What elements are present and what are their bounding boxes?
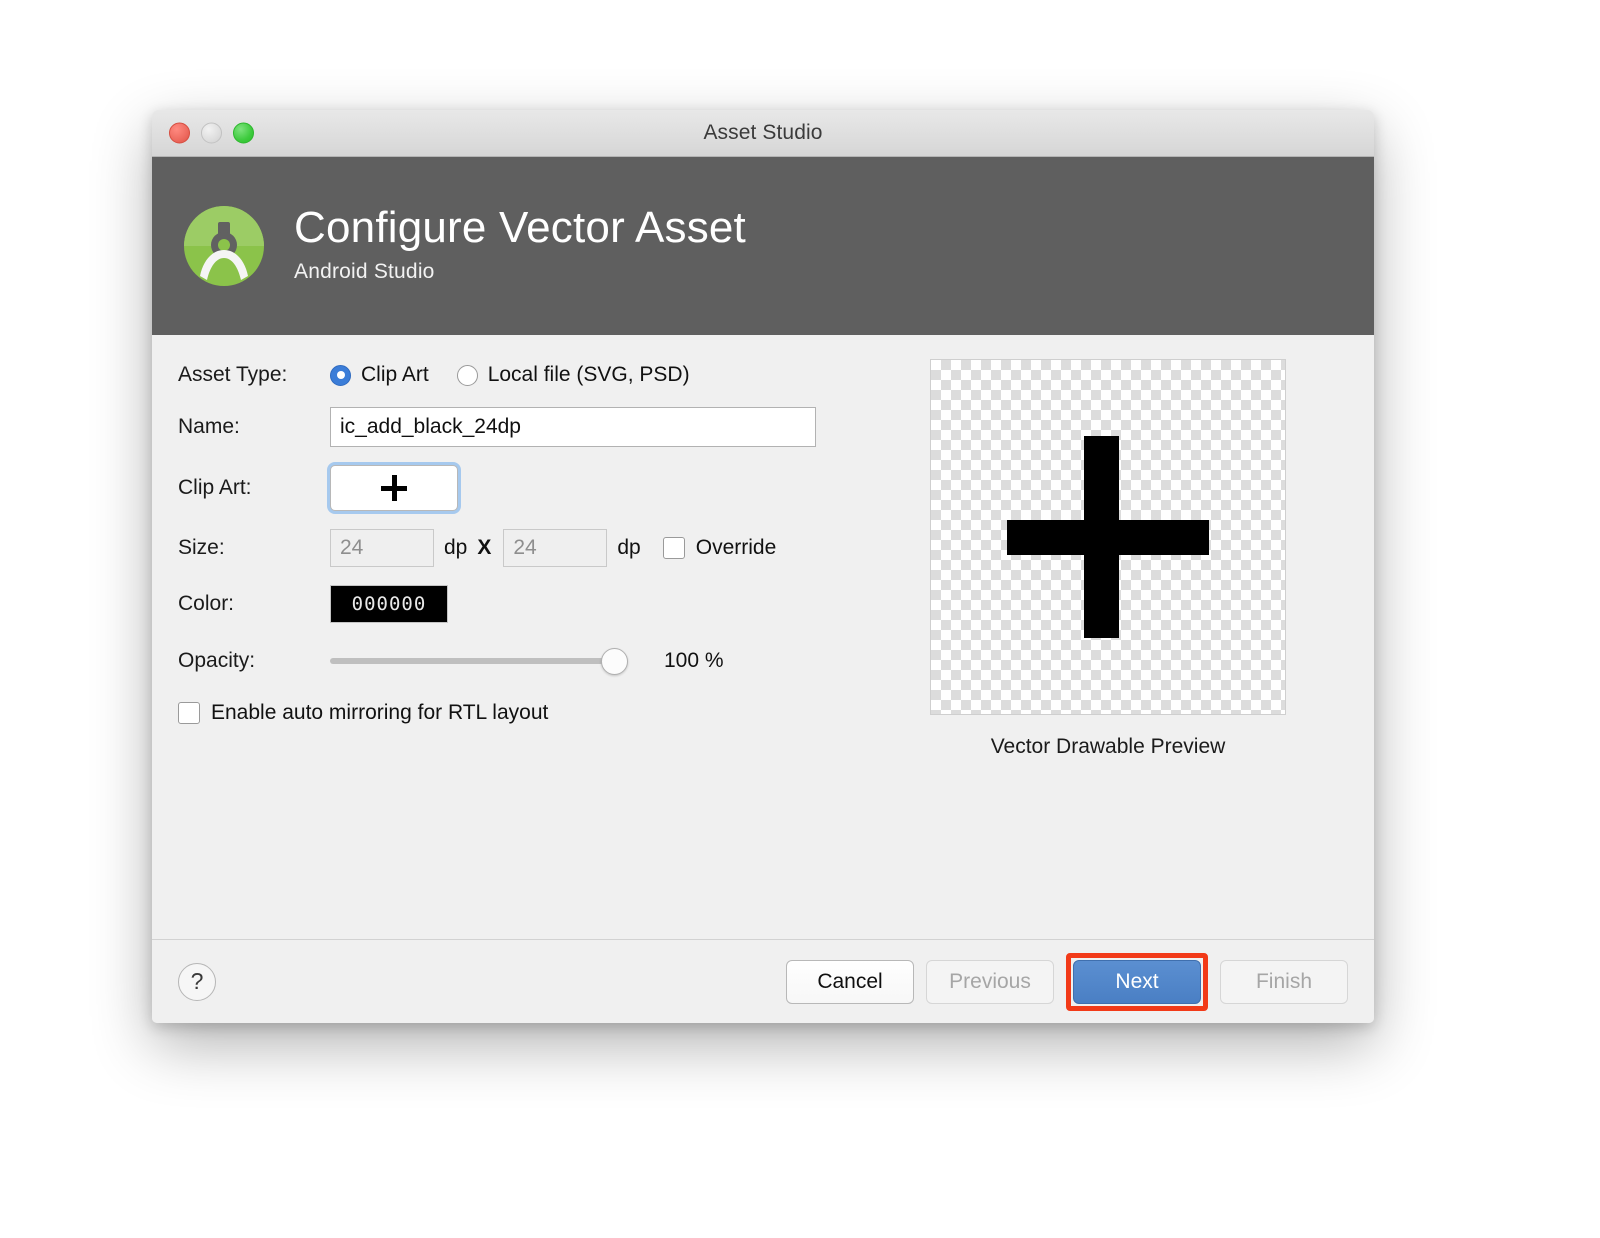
size-separator: X: [477, 536, 491, 560]
radio-local-file[interactable]: Local file (SVG, PSD): [457, 363, 690, 387]
header-text-block: Configure Vector Asset Android Studio: [294, 204, 746, 289]
opacity-label: Opacity:: [178, 649, 330, 673]
asset-type-label: Asset Type:: [178, 363, 330, 387]
name-label: Name:: [178, 415, 330, 439]
minimize-button[interactable]: [201, 123, 222, 144]
opacity-slider[interactable]: [330, 646, 626, 676]
size-width-input[interactable]: 24: [330, 529, 434, 567]
radio-clip-art-label: Clip Art: [361, 363, 429, 387]
radio-local-file-label: Local file (SVG, PSD): [488, 363, 690, 387]
radio-clip-art[interactable]: Clip Art: [330, 363, 429, 387]
asset-type-radio-group: Clip Art Local file (SVG, PSD): [330, 363, 690, 387]
rtl-mirroring-checkbox[interactable]: [178, 702, 200, 724]
preview-caption: Vector Drawable Preview: [991, 735, 1226, 759]
help-button[interactable]: ?: [178, 963, 216, 1001]
opacity-row: Opacity: 100 %: [178, 643, 868, 679]
window-title-bar: Asset Studio: [152, 110, 1374, 157]
asset-form: Asset Type: Clip Art Local file (SVG, PS…: [178, 357, 868, 939]
clip-art-label: Clip Art:: [178, 476, 330, 500]
override-checkbox[interactable]: [663, 537, 685, 559]
size-height-input[interactable]: 24: [503, 529, 607, 567]
page-title: Configure Vector Asset: [294, 204, 746, 252]
color-label: Color:: [178, 592, 330, 616]
name-row: Name: ic_add_black_24dp: [178, 407, 868, 447]
size-row: Size: 24 dp X 24 dp Override: [178, 529, 868, 567]
zoom-button[interactable]: [233, 123, 254, 144]
dialog-header: Configure Vector Asset Android Studio: [152, 157, 1374, 335]
size-width-unit: dp: [444, 536, 467, 560]
size-height-unit: dp: [617, 536, 640, 560]
plus-icon: [381, 475, 407, 501]
name-input[interactable]: ic_add_black_24dp: [330, 407, 816, 447]
next-button[interactable]: Next: [1073, 960, 1201, 1004]
clip-art-picker-button[interactable]: [330, 465, 458, 511]
opacity-slider-thumb[interactable]: [601, 648, 628, 675]
android-studio-logo-icon: [178, 200, 270, 292]
asset-type-row: Asset Type: Clip Art Local file (SVG, PS…: [178, 357, 868, 393]
asset-studio-dialog: Asset Studio Configure Vector Asset Andr…: [152, 110, 1374, 1023]
previous-button: Previous: [926, 960, 1054, 1004]
preview-panel: Vector Drawable Preview: [868, 357, 1348, 939]
size-label: Size:: [178, 536, 330, 560]
mirroring-row: Enable auto mirroring for RTL layout: [178, 701, 868, 725]
radio-selected-icon[interactable]: [330, 365, 351, 386]
color-row: Color: 000000: [178, 585, 868, 623]
window-title: Asset Studio: [152, 121, 1374, 145]
dialog-footer: ? Cancel Previous Next Finish: [152, 939, 1374, 1023]
opacity-value: 100 %: [664, 649, 724, 673]
next-button-highlight: Next: [1066, 953, 1208, 1011]
window-controls: [169, 123, 254, 144]
override-label: Override: [696, 536, 777, 560]
dialog-body: Asset Type: Clip Art Local file (SVG, PS…: [152, 335, 1374, 939]
rtl-mirroring-label: Enable auto mirroring for RTL layout: [211, 701, 548, 725]
radio-unselected-icon[interactable]: [457, 365, 478, 386]
vector-preview-canvas: [930, 359, 1286, 715]
clip-art-row: Clip Art:: [178, 465, 868, 511]
page-subtitle: Android Studio: [294, 260, 746, 284]
finish-button: Finish: [1220, 960, 1348, 1004]
color-swatch-button[interactable]: 000000: [330, 585, 448, 623]
close-button[interactable]: [169, 123, 190, 144]
opacity-slider-track[interactable]: [330, 658, 626, 664]
cancel-button[interactable]: Cancel: [786, 960, 914, 1004]
plus-icon: [1007, 436, 1209, 638]
